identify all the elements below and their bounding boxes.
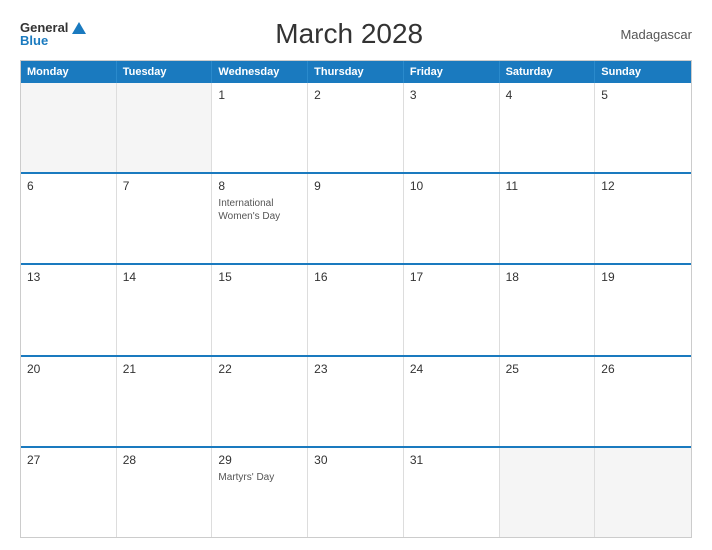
day-cell: 18 [500,265,596,354]
week-row-4: 20 21 22 23 24 25 26 [21,355,691,446]
logo-blue-text: Blue [20,34,48,47]
country-label: Madagascar [612,27,692,42]
week-row-1: 1 2 3 4 5 [21,83,691,172]
day-cell: 4 [500,83,596,172]
day-cell: 11 [500,174,596,263]
day-cell: 20 [21,357,117,446]
day-cell: 8 International Women's Day [212,174,308,263]
logo: General Blue [20,21,86,47]
day-cell: 28 [117,448,213,537]
calendar-body: 1 2 3 4 5 6 7 8 International Women's Da… [21,83,691,537]
week-row-5: 27 28 29 Martyrs' Day 30 31 [21,446,691,537]
day-cell: 27 [21,448,117,537]
day-cell: 6 [21,174,117,263]
page-header: General Blue March 2028 Madagascar [20,18,692,50]
day-cell [21,83,117,172]
day-cell: 2 [308,83,404,172]
day-cell: 3 [404,83,500,172]
day-cell: 21 [117,357,213,446]
col-sunday: Sunday [595,61,691,83]
day-cell: 23 [308,357,404,446]
day-cell: 26 [595,357,691,446]
calendar-page: General Blue March 2028 Madagascar Monda… [0,0,712,550]
col-tuesday: Tuesday [117,61,213,83]
day-cell: 16 [308,265,404,354]
day-cell: 15 [212,265,308,354]
day-cell: 10 [404,174,500,263]
day-cell: 19 [595,265,691,354]
day-cell: 31 [404,448,500,537]
day-cell: 30 [308,448,404,537]
day-cell: 24 [404,357,500,446]
day-cell [595,448,691,537]
day-cell: 7 [117,174,213,263]
day-cell: 22 [212,357,308,446]
day-cell: 25 [500,357,596,446]
day-cell: 17 [404,265,500,354]
page-title: March 2028 [86,18,612,50]
week-row-2: 6 7 8 International Women's Day 9 10 11 … [21,172,691,263]
day-cell: 1 [212,83,308,172]
day-cell: 5 [595,83,691,172]
day-cell: 13 [21,265,117,354]
col-saturday: Saturday [500,61,596,83]
week-row-3: 13 14 15 16 17 18 19 [21,263,691,354]
calendar: Monday Tuesday Wednesday Thursday Friday… [20,60,692,538]
col-monday: Monday [21,61,117,83]
day-cell: 29 Martyrs' Day [212,448,308,537]
logo-triangle-icon [72,22,86,34]
day-cell: 14 [117,265,213,354]
col-thursday: Thursday [308,61,404,83]
day-cell [117,83,213,172]
day-cell [500,448,596,537]
col-wednesday: Wednesday [212,61,308,83]
day-cell: 12 [595,174,691,263]
calendar-header: Monday Tuesday Wednesday Thursday Friday… [21,61,691,83]
col-friday: Friday [404,61,500,83]
day-cell: 9 [308,174,404,263]
